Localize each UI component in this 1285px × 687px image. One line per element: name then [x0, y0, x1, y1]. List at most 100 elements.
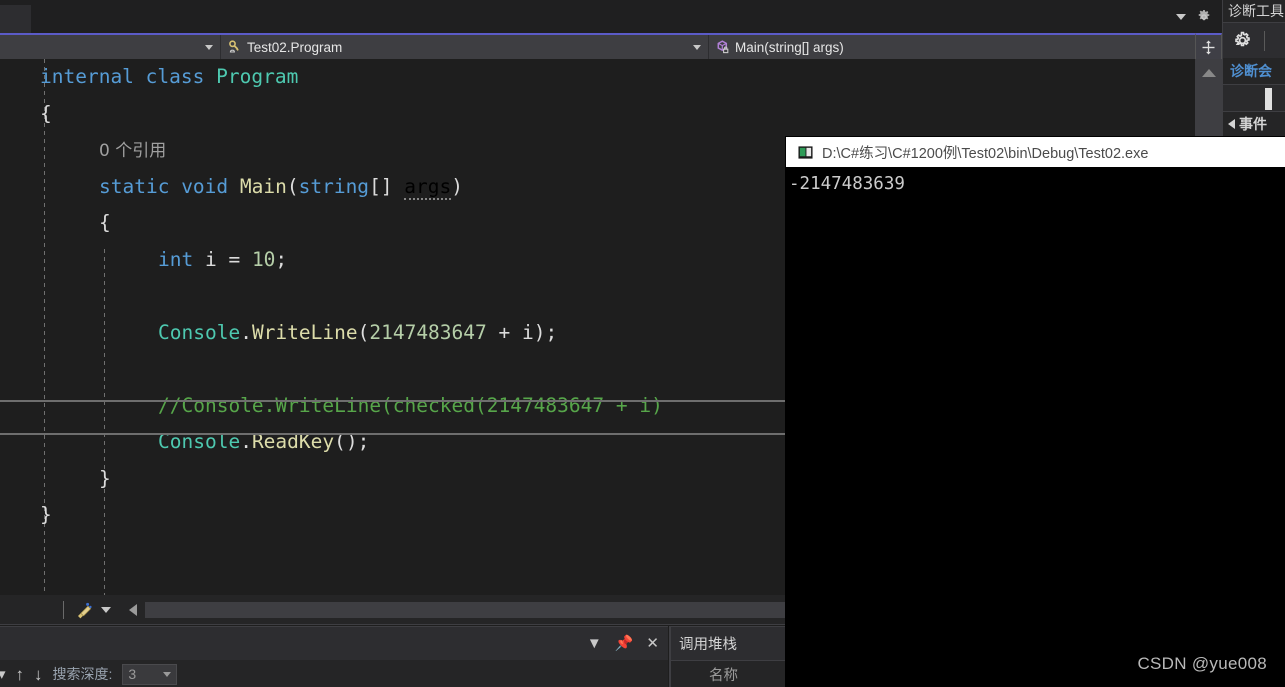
code-token: i — [522, 320, 534, 344]
code-token: i — [204, 247, 229, 271]
bottom-left-tool-window: ▼ 📌 ✕ ▾ ↑ ↓ 搜索深度: 3 — [0, 626, 668, 687]
code-token: static — [99, 174, 182, 198]
arrow-up-icon[interactable]: ↑ — [16, 666, 25, 683]
console-output-text: -2147483639 — [789, 174, 905, 194]
code-token: ReadKey — [251, 430, 335, 453]
chevron-down-icon[interactable]: ▼ — [587, 636, 602, 651]
code-token: ( — [286, 174, 299, 198]
code-token: string — [298, 174, 370, 198]
code-token: 2147483647 — [369, 320, 487, 344]
diagnostic-session-link[interactable]: 诊断会 — [1223, 58, 1285, 84]
chevron-down-icon — [163, 671, 172, 677]
console-output-area[interactable]: -2147483639 — [786, 167, 1285, 687]
divider — [63, 600, 64, 619]
project-dropdown[interactable] — [0, 35, 221, 59]
code-token: Console — [158, 320, 241, 344]
code-token: { — [40, 101, 52, 125]
code-token: } — [99, 466, 111, 490]
arrow-down-icon[interactable]: ↓ — [34, 666, 43, 683]
diagnostic-tools-title: 诊断工具 — [1228, 3, 1284, 19]
type-dropdown-label: Test02.Program — [221, 39, 342, 55]
code-line: //Console.WriteLine(checked(2147483647 +… — [0, 388, 663, 425]
code-token: Console — [158, 430, 241, 453]
code-token: Main — [239, 174, 287, 198]
chevron-down-icon — [693, 44, 701, 50]
tab-strip-actions — [1162, 0, 1222, 33]
class-icon — [229, 40, 239, 53]
member-dropdown[interactable]: Main(string[] args) — [709, 35, 1222, 59]
code-token: args — [404, 174, 452, 200]
split-editor-icon — [1202, 40, 1215, 55]
gear-icon[interactable] — [1233, 31, 1252, 50]
code-line: int i = 10; — [0, 242, 663, 279]
console-title-bar[interactable]: D:\C#练习\C#1200例\Test02\bin\Debug\Test02.… — [786, 137, 1285, 167]
editor-tab-strip — [0, 0, 1222, 33]
tool-window-toolbar: ▾ ↑ ↓ 搜索深度: 3 — [0, 660, 668, 687]
console-window[interactable]: D:\C#练习\C#1200例\Test02\bin\Debug\Test02.… — [786, 137, 1285, 687]
code-line: Console.ReadKey(); — [0, 424, 663, 461]
code-token: Program — [216, 65, 299, 88]
code-text: internal class Program {0 个引用 static void … — [0, 59, 663, 534]
code-line: internal class Program — [0, 59, 663, 96]
method-icon — [717, 40, 729, 54]
code-token: { — [99, 211, 111, 234]
diagnostic-events-section[interactable]: 事件 — [1223, 112, 1285, 136]
code-line: 0 个引用 — [0, 132, 663, 169]
triangle-right-icon — [1228, 119, 1235, 129]
code-token: 10 — [251, 247, 276, 271]
member-dropdown-label: Main(string[] args) — [709, 39, 844, 55]
close-icon[interactable]: ✕ — [646, 636, 659, 651]
console-app-icon — [798, 145, 813, 159]
code-token: ; — [275, 247, 288, 271]
split-editor-button[interactable] — [1195, 33, 1222, 61]
search-depth-stepper[interactable]: 3 — [122, 663, 178, 685]
code-line: static void Main(string[] args) — [0, 169, 663, 206]
code-token: + — [486, 320, 522, 344]
chevron-down-icon[interactable] — [101, 606, 111, 613]
code-token: internal — [40, 65, 146, 88]
code-token: [] — [369, 174, 405, 198]
code-line: } — [0, 497, 663, 534]
code-token: . — [240, 320, 252, 344]
code-token: (); — [334, 430, 370, 453]
scroll-left-arrow-icon[interactable] — [129, 603, 137, 616]
code-line: Console.WriteLine(2147483647 + i); — [0, 315, 663, 352]
code-line: { — [0, 96, 663, 133]
watermark: CSDN @yue008 — [1137, 654, 1267, 673]
code-token: void — [181, 174, 240, 198]
search-depth-value: 3 — [128, 666, 137, 682]
code-line: } — [0, 461, 663, 498]
code-token: int — [158, 247, 205, 271]
diagnostic-events-label: 事件 — [1239, 116, 1267, 132]
type-dropdown-text: Test02.Program — [247, 39, 343, 55]
gear-icon[interactable] — [1196, 9, 1212, 25]
timeline-marker — [1265, 88, 1272, 110]
code-line: { — [0, 205, 663, 242]
pin-icon[interactable]: 📌 — [615, 636, 634, 651]
code-token: 0 个引用 — [99, 141, 167, 161]
code-token: = — [228, 247, 252, 271]
chevron-down-icon[interactable]: ▾ — [0, 667, 6, 682]
scroll-up-arrow-icon[interactable] — [1201, 69, 1216, 77]
document-tab-stub[interactable] — [0, 5, 31, 33]
code-token: . — [240, 430, 252, 453]
diagnostic-timeline-strip[interactable] — [1223, 84, 1285, 112]
search-depth-label: 搜索深度: — [52, 666, 113, 682]
chevron-down-icon — [205, 44, 213, 50]
member-dropdown-text: Main(string[] args) — [735, 39, 844, 55]
console-title-text: D:\C#练习\C#1200例\Test02\bin\Debug\Test02.… — [822, 145, 1149, 162]
brush-icon[interactable] — [75, 601, 93, 619]
code-token: } — [40, 503, 52, 526]
code-token: class — [145, 65, 217, 88]
diagnostic-tools-toolbar — [1223, 22, 1285, 58]
code-token: //Console.WriteLine(checked(2147483647 +… — [158, 393, 663, 417]
navigation-bar: Test02.Program Main(string[] args) — [0, 33, 1222, 59]
code-token: ); — [533, 320, 558, 344]
code-token: WriteLine — [251, 320, 358, 344]
visual-studio-window: Test02.Program Main(string[] args) inter… — [0, 0, 1285, 687]
type-dropdown[interactable]: Test02.Program — [221, 35, 709, 59]
chevron-down-icon[interactable] — [1176, 13, 1186, 20]
code-token: ) — [451, 174, 464, 198]
